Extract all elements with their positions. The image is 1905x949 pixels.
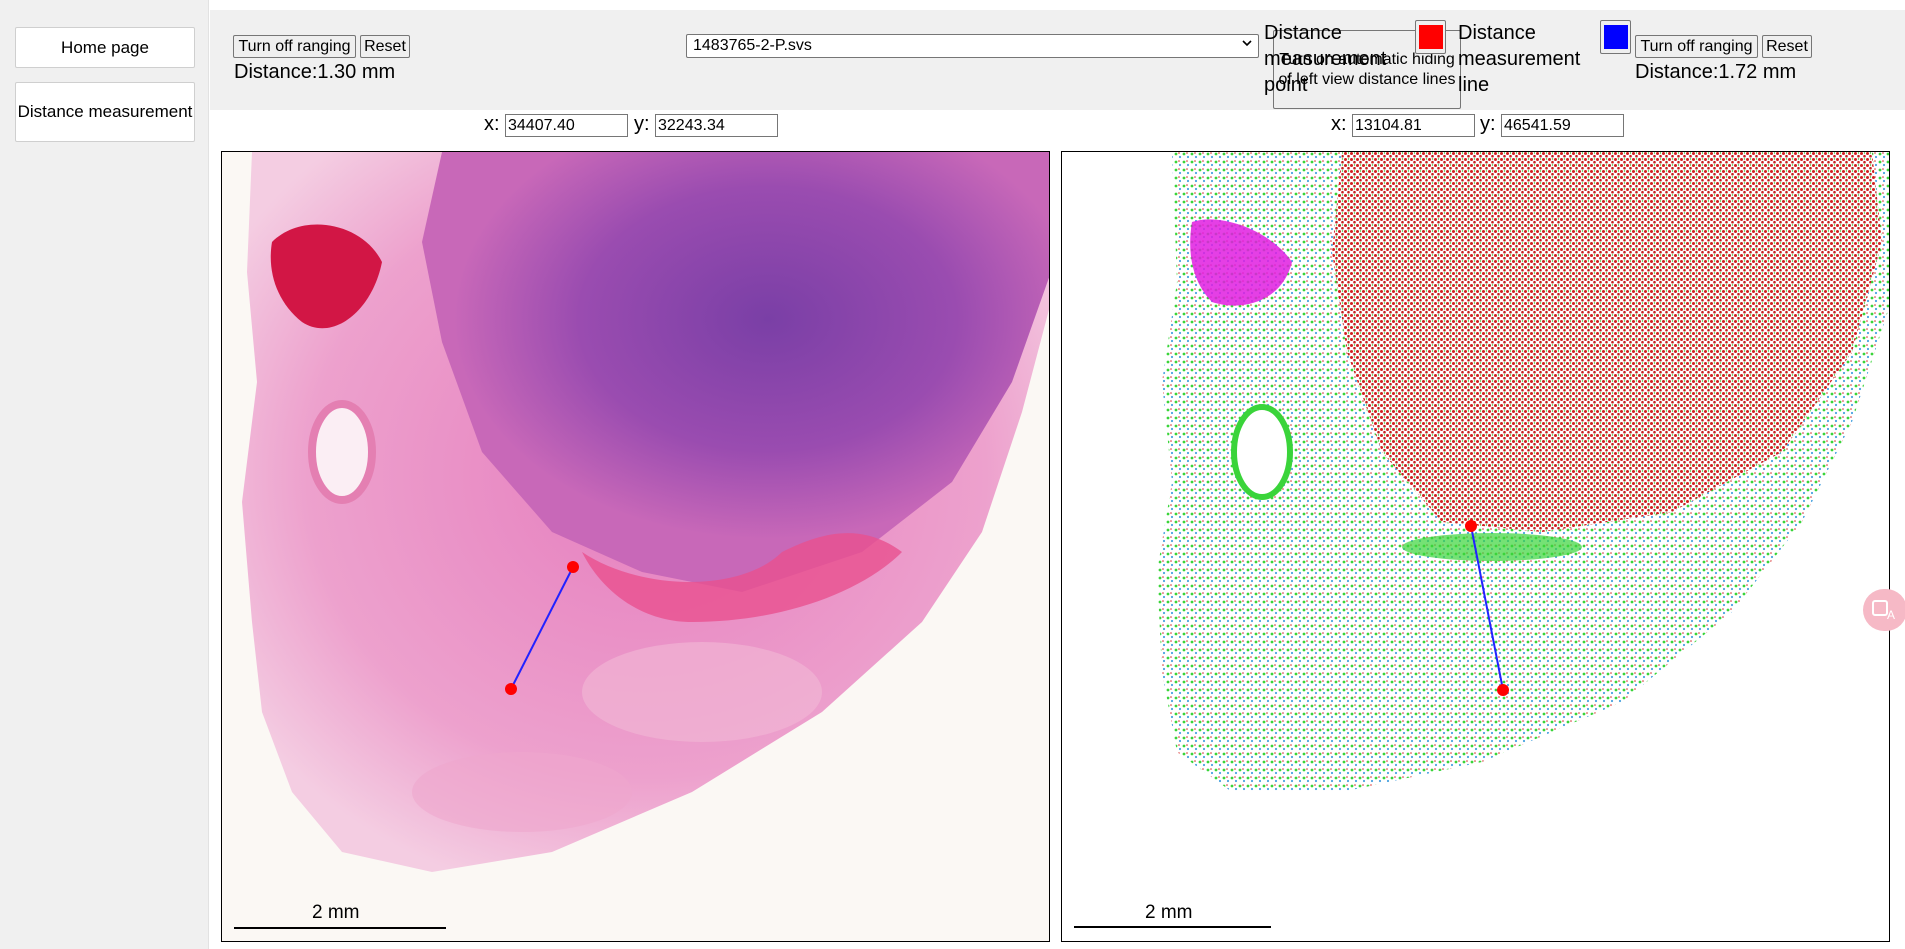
measurement-line-label: Distance measurement line	[1458, 22, 1581, 96]
left-x-input[interactable]	[505, 114, 628, 137]
right-turn-off-ranging-button[interactable]: Turn off ranging	[1635, 35, 1758, 58]
left-y-label: y:	[634, 113, 650, 135]
left-slide-viewer[interactable]: 2 mm	[221, 151, 1050, 942]
he-tissue-image	[222, 152, 1049, 941]
file-select-value: 1483765-2-P.svs	[693, 37, 812, 54]
distance-measurement-button[interactable]: Distance measurement	[15, 82, 195, 142]
translate-icon: A	[1872, 600, 1895, 621]
left-scale-label: 2 mm	[312, 902, 360, 923]
right-slide-viewer[interactable]: 2 mm	[1061, 151, 1890, 942]
app-window: Home page Distance measurement Turn off …	[0, 0, 1905, 949]
line-color-swatch	[1603, 25, 1628, 49]
right-y-input[interactable]	[1501, 114, 1624, 137]
right-scale-bar	[1074, 926, 1271, 928]
toolbar: Turn off ranging Reset Distance:1.30 mm …	[210, 10, 1905, 110]
svg-text:A: A	[1887, 608, 1895, 621]
left-distance-readout: Distance:1.30 mm	[234, 61, 396, 83]
left-turn-off-ranging-button[interactable]: Turn off ranging	[233, 35, 356, 58]
segmentation-tissue-image	[1062, 152, 1889, 941]
chevron-down-icon	[1242, 40, 1252, 47]
sidebar: Home page Distance measurement	[0, 0, 209, 949]
left-y-input[interactable]	[655, 114, 778, 137]
right-reset-button[interactable]: Reset	[1762, 35, 1812, 58]
right-x-input[interactable]	[1352, 114, 1475, 137]
file-select[interactable]: 1483765-2-P.svs	[686, 34, 1259, 58]
point-color-button[interactable]	[1415, 20, 1446, 54]
translate-fab[interactable]: A	[1863, 589, 1905, 631]
left-reset-button[interactable]: Reset	[360, 35, 410, 58]
measurement-point-label: Distance measurement point	[1264, 22, 1387, 96]
left-x-label: x:	[484, 113, 500, 135]
line-color-button[interactable]	[1600, 20, 1631, 54]
home-page-button[interactable]: Home page	[15, 27, 195, 68]
right-y-label: y:	[1480, 113, 1496, 135]
left-scale-bar	[234, 927, 446, 929]
right-x-label: x:	[1331, 113, 1347, 135]
right-scale-label: 2 mm	[1145, 902, 1193, 923]
right-distance-readout: Distance:1.72 mm	[1635, 61, 1797, 83]
point-color-swatch	[1418, 25, 1443, 49]
